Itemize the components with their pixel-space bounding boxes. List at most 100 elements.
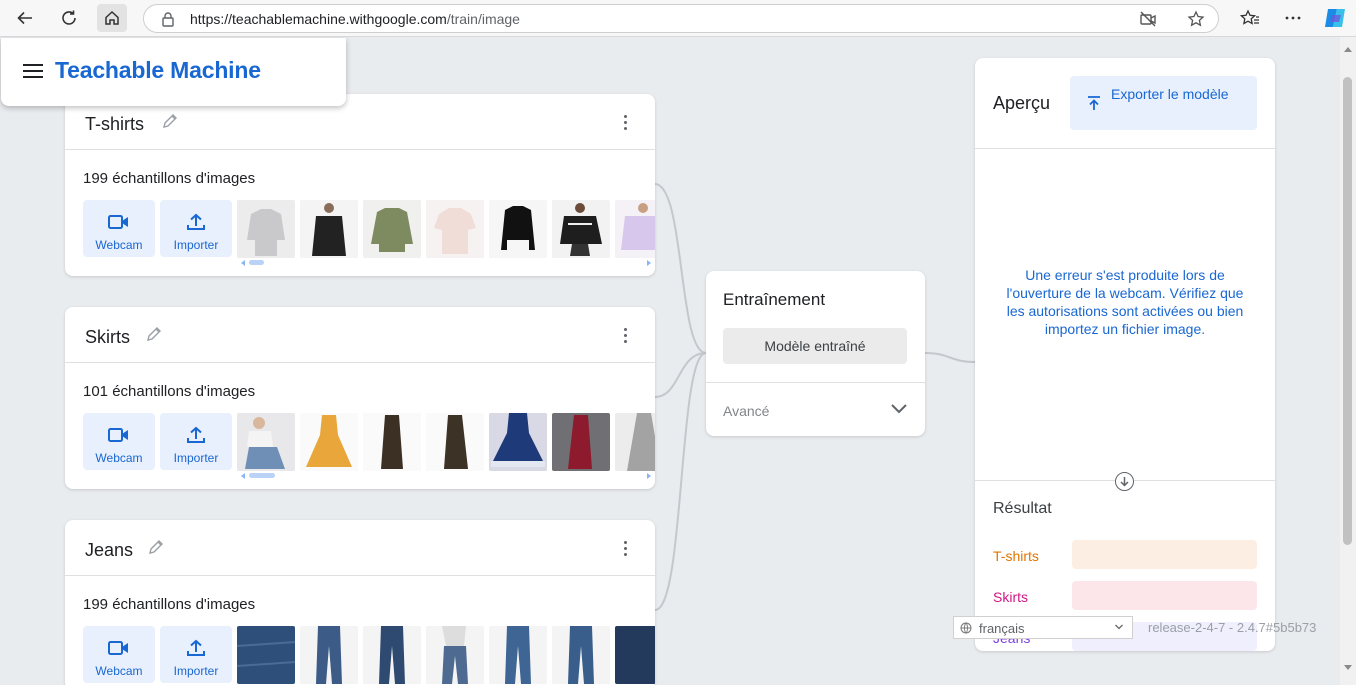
more-icon[interactable] [1284,9,1302,27]
class-name[interactable]: T-shirts [85,114,144,135]
refresh-button[interactable] [54,4,84,32]
sample-thumbnail[interactable] [237,626,295,684]
upload-button[interactable]: Importer [160,200,232,257]
home-button[interactable] [97,4,127,32]
scroll-up-icon[interactable] [1344,47,1352,52]
sample-thumbnails[interactable] [237,200,655,258]
class-card-tshirts: T-shirts 199 échantillons d'images Webca… [65,94,655,276]
export-model-button[interactable]: Exporter le modèle [1070,76,1257,130]
language-select[interactable]: français [953,616,1133,639]
divider [706,382,925,383]
class-name[interactable]: Skirts [85,327,130,348]
sample-thumbnails[interactable] [237,413,655,471]
result-label: T-shirts [993,548,1039,564]
sample-thumbnail[interactable] [426,413,484,471]
sample-count: 199 échantillons d'images [83,170,256,187]
address-bar[interactable]: https://teachablemachine.withgoogle.com/… [143,4,1219,33]
sample-thumbnail[interactable] [426,200,484,258]
upload-icon [187,213,205,230]
upload-icon [1088,96,1100,110]
sample-thumbnail[interactable] [615,200,655,258]
sample-thumbnails[interactable] [237,626,655,684]
arrow-down-icon[interactable] [1115,472,1134,491]
star-icon[interactable] [1187,10,1205,28]
thumbnail-scrollbar[interactable] [241,260,651,266]
arrow-left-icon [17,11,32,25]
class-options-icon[interactable] [618,115,632,133]
sample-thumbnail[interactable] [363,413,421,471]
sample-count: 199 échantillons d'images [83,596,256,613]
menu-icon[interactable] [23,64,43,80]
sample-thumbnail[interactable] [552,626,610,684]
divider [975,148,1275,149]
page-content: Teachable Machine T-shirts 199 échantill… [0,37,1340,685]
sample-thumbnail[interactable] [615,626,655,684]
sample-thumbnail[interactable] [552,200,610,258]
page-scrollbar[interactable] [1340,37,1356,685]
class-options-icon[interactable] [618,328,632,346]
sample-thumbnail[interactable] [552,413,610,471]
sample-thumbnail[interactable] [615,413,655,471]
video-camera-icon [108,428,128,442]
release-version: release-2-4-7 - 2.4.7#5b5b73 [1148,620,1317,635]
pencil-icon[interactable] [147,538,165,556]
upload-icon [187,426,205,443]
globe-icon [960,622,972,634]
advanced-toggle-label[interactable]: Avancé [723,403,769,419]
url-text: https://teachablemachine.withgoogle.com/… [190,11,520,27]
sample-thumbnail[interactable] [300,626,358,684]
class-options-icon[interactable] [618,541,632,559]
brand-title[interactable]: Teachable Machine [55,57,261,84]
training-title: Entraînement [723,290,826,309]
pencil-icon[interactable] [145,325,163,343]
sample-thumbnail[interactable] [426,626,484,684]
video-camera-icon [108,641,128,655]
refresh-icon [62,10,76,25]
sample-count: 101 échantillons d'images [83,383,256,400]
app-header: Teachable Machine [1,38,346,106]
sample-thumbnail[interactable] [300,413,358,471]
confidence-bar [1072,581,1257,610]
browser-toolbar: https://teachablemachine.withgoogle.com/… [0,0,1356,37]
sample-thumbnail[interactable] [300,200,358,258]
sample-thumbnail[interactable] [489,413,547,471]
preview-title: Aperçu [993,93,1051,113]
favorites-icon[interactable] [1240,9,1260,27]
training-card: Entraînement Modèle entraîné Avancé [706,271,925,436]
camera-blocked-icon[interactable] [1139,10,1157,28]
upload-icon [187,639,205,656]
confidence-bar [1072,540,1257,569]
chevron-down-icon[interactable] [890,403,908,415]
sample-thumbnail[interactable] [489,200,547,258]
result-row: Skirts [993,581,1257,611]
thumbnail-scrollbar[interactable] [241,473,651,479]
webcam-button[interactable]: Webcam [83,413,155,470]
back-button[interactable] [10,4,40,32]
pencil-icon[interactable] [161,112,179,130]
lock-icon [162,12,174,27]
webcam-button[interactable]: Webcam [83,200,155,257]
home-icon [105,10,119,25]
class-card-header: Skirts [65,307,655,363]
preview-panel: Aperçu Exporter le modèle Une erreur s'e… [975,58,1275,651]
class-card-header: Jeans [65,520,655,576]
sample-thumbnail[interactable] [363,626,421,684]
webcam-button[interactable]: Webcam [83,626,155,683]
sample-thumbnail[interactable] [489,626,547,684]
result-title: Résultat [993,500,1052,517]
scroll-down-icon[interactable] [1344,665,1352,670]
upload-button[interactable]: Importer [160,413,232,470]
sample-thumbnail[interactable] [237,413,295,471]
sample-thumbnail[interactable] [363,200,421,258]
copilot-icon[interactable] [1323,6,1347,30]
class-card-jeans: Jeans 199 échantillons d'images Webcam I… [65,520,655,685]
upload-button[interactable]: Importer [160,626,232,683]
webcam-error-message: Une erreur s'est produite lors de l'ouve… [1006,267,1244,337]
train-model-button[interactable]: Modèle entraîné [723,328,907,364]
video-camera-icon [108,215,128,229]
scrollbar-thumb[interactable] [1343,77,1352,545]
class-card-skirts: Skirts 101 échantillons d'images Webcam … [65,307,655,489]
sample-thumbnail[interactable] [237,200,295,258]
chevron-down-icon [1115,624,1123,630]
class-name[interactable]: Jeans [85,540,133,561]
